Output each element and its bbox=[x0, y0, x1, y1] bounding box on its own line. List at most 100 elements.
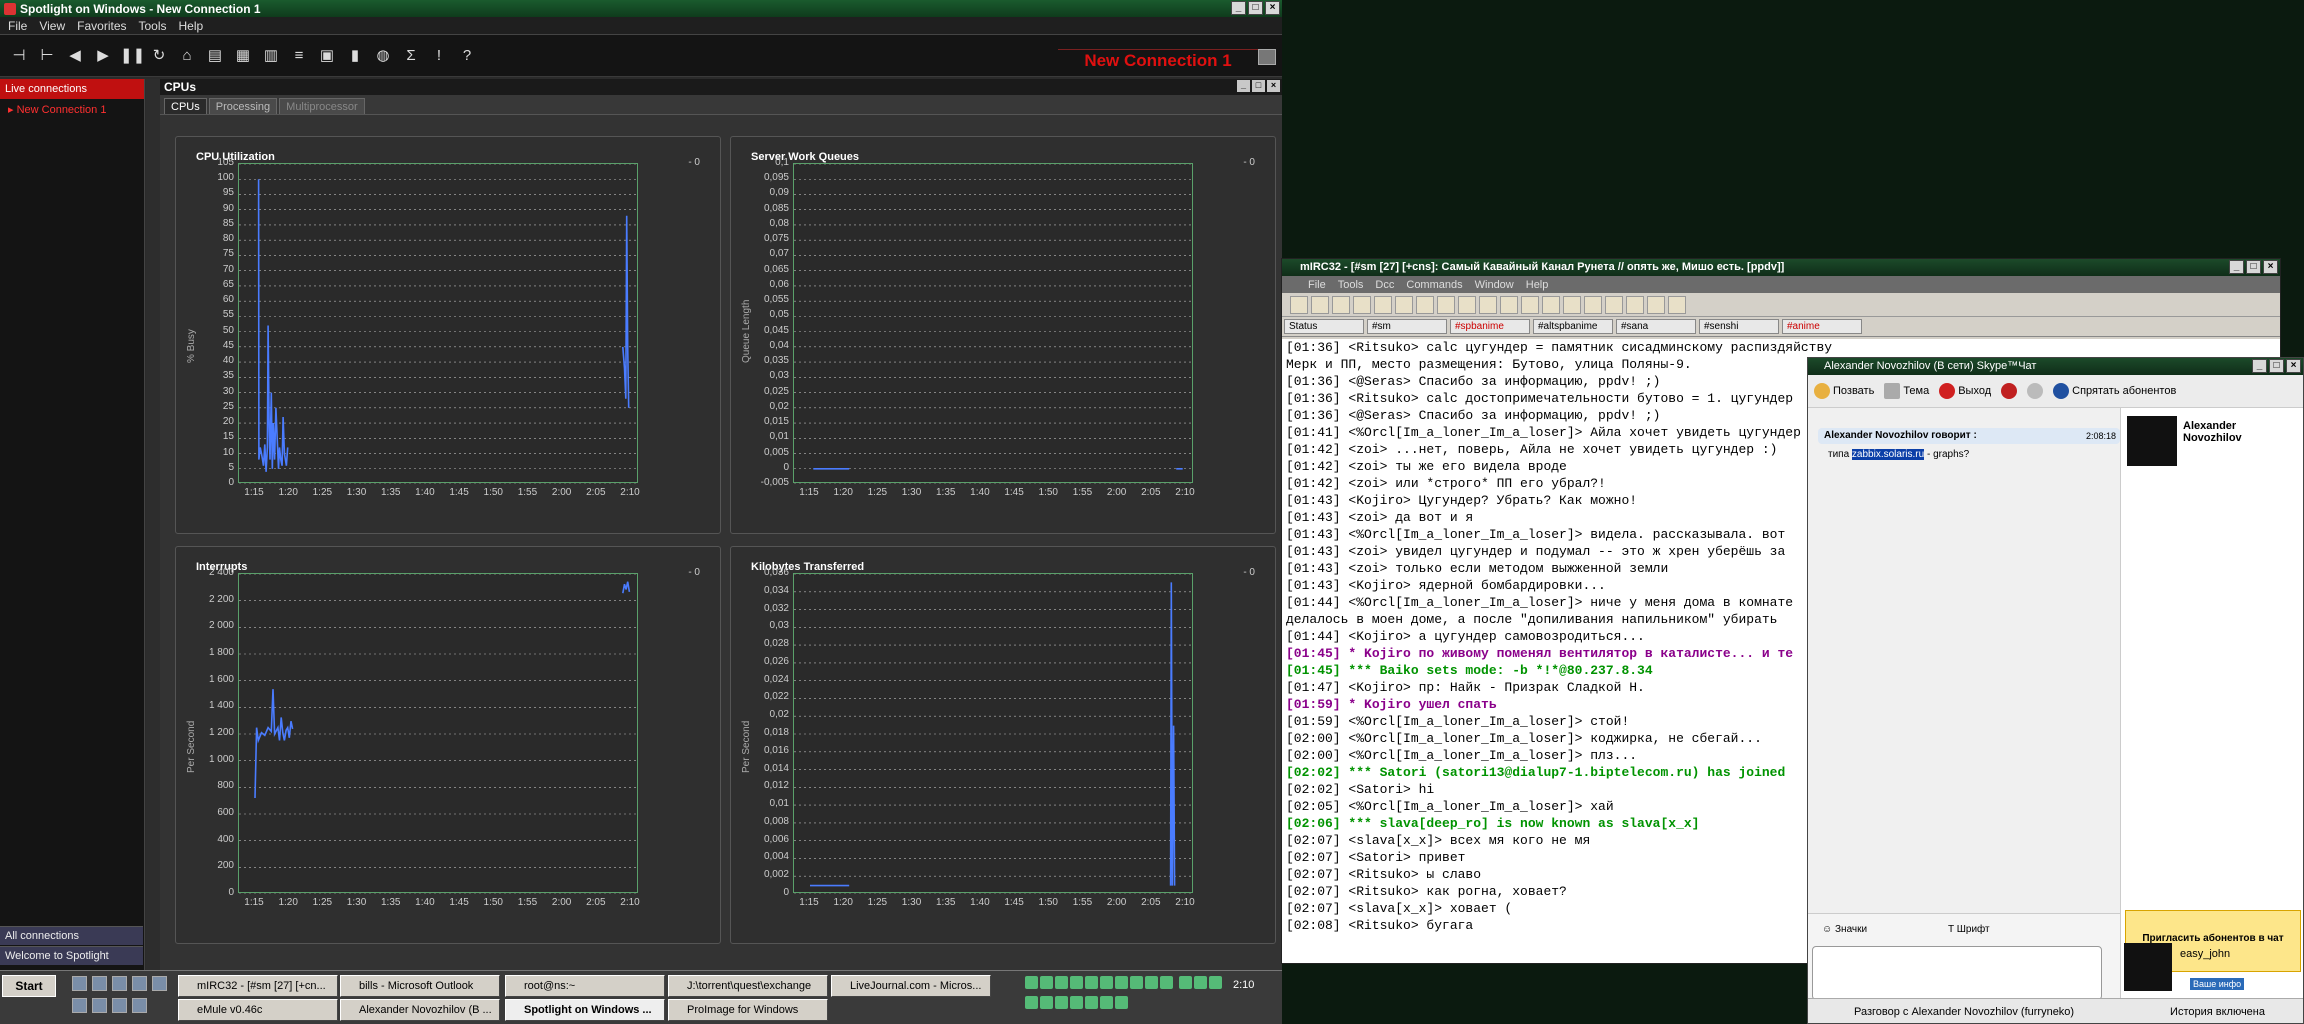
table-icon[interactable]: ▥ bbox=[260, 46, 282, 66]
tray-icon[interactable] bbox=[1100, 976, 1113, 989]
tray-icon[interactable] bbox=[1055, 996, 1068, 1009]
cascade-icon[interactable] bbox=[1605, 295, 1623, 314]
skype-titlebar[interactable]: Alexander Novozhilov (В сети) Skype™Чат … bbox=[1808, 358, 2303, 375]
mirc-titlebar[interactable]: mIRC32 - [#sm [27] [+cns]: Самый Кавайны… bbox=[1282, 259, 2280, 276]
notify-icon[interactable] bbox=[1416, 295, 1434, 314]
aliases-icon[interactable] bbox=[1500, 295, 1518, 314]
quicklaunch-icon[interactable] bbox=[72, 998, 87, 1013]
stack-icon[interactable]: ≡ bbox=[288, 46, 310, 66]
lifebuoy-icon[interactable] bbox=[1647, 295, 1665, 314]
mirc-menu-dcc[interactable]: Dcc bbox=[1375, 279, 1394, 291]
skype-minimize-button[interactable]: _ bbox=[2252, 359, 2267, 373]
tab-multiprocessor[interactable]: Multiprocessor bbox=[279, 98, 365, 114]
arrange-icon[interactable] bbox=[1626, 295, 1644, 314]
tray-icon[interactable] bbox=[1179, 976, 1193, 989]
panel-close-button[interactable]: × bbox=[1267, 80, 1280, 92]
plot-area[interactable] bbox=[793, 163, 1194, 484]
call-button[interactable]: Позвать bbox=[1814, 383, 1874, 399]
tray-icon[interactable] bbox=[1085, 996, 1098, 1009]
quicklaunch-icon[interactable] bbox=[92, 998, 107, 1013]
avatar[interactable] bbox=[2127, 416, 2177, 466]
bar-chart-icon[interactable]: ▮ bbox=[344, 46, 366, 66]
task-proimage[interactable]: ProImage for Windows bbox=[668, 999, 828, 1021]
popups-icon[interactable] bbox=[1521, 295, 1539, 314]
tray-icon[interactable] bbox=[1130, 976, 1143, 989]
start-button[interactable]: Start bbox=[2, 975, 56, 997]
back-icon[interactable]: ◀ bbox=[64, 46, 86, 66]
quicklaunch-icon[interactable] bbox=[132, 976, 147, 991]
scripts-icon[interactable] bbox=[1479, 295, 1497, 314]
pause-icon[interactable]: ❚❚ bbox=[120, 46, 145, 66]
spotlight-titlebar[interactable]: Spotlight on Windows - New Connection 1 … bbox=[0, 0, 1282, 17]
tray-icon[interactable] bbox=[1025, 996, 1038, 1009]
task-skype[interactable]: Alexander Novozhilov (В ... bbox=[340, 999, 500, 1021]
tray-icon[interactable] bbox=[1055, 976, 1068, 989]
connection-item[interactable]: ▸ New Connection 1 bbox=[0, 99, 144, 116]
tray-icon[interactable] bbox=[1040, 996, 1053, 1009]
live-connections-header[interactable]: Live connections bbox=[0, 79, 144, 99]
menu-tools[interactable]: Tools bbox=[139, 19, 167, 33]
emoticons-button[interactable]: ☺ Значки bbox=[1822, 924, 1867, 935]
tray-icon[interactable] bbox=[1160, 976, 1173, 989]
tab-processing[interactable]: Processing bbox=[208, 98, 278, 114]
task-outlook[interactable]: bills - Microsoft Outlook bbox=[340, 975, 500, 997]
sigma-icon[interactable]: Σ bbox=[400, 46, 422, 66]
welcome-button[interactable]: Welcome to Spotlight bbox=[0, 946, 143, 965]
quicklaunch-icon[interactable] bbox=[132, 998, 147, 1013]
plot-area[interactable] bbox=[238, 573, 639, 894]
hide-contacts-button[interactable]: Спрятать абонентов bbox=[2053, 383, 2176, 399]
home-icon[interactable]: ⌂ bbox=[176, 46, 198, 66]
tray-icon[interactable] bbox=[1040, 976, 1053, 989]
tray-icon[interactable] bbox=[1085, 976, 1098, 989]
mirc-menu-window[interactable]: Window bbox=[1475, 279, 1514, 291]
mirc-menu-tools[interactable]: Tools bbox=[1338, 279, 1364, 291]
menu-view[interactable]: View bbox=[39, 19, 65, 33]
help-icon[interactable]: ? bbox=[456, 46, 478, 66]
connect-icon[interactable]: ⊣ bbox=[8, 46, 30, 66]
url-icon[interactable] bbox=[1458, 295, 1476, 314]
maximize-button[interactable]: □ bbox=[1248, 1, 1263, 15]
message-input[interactable] bbox=[1812, 946, 2102, 1000]
pane-splitter[interactable] bbox=[146, 79, 160, 974]
switch-status[interactable]: Status bbox=[1284, 319, 1364, 334]
mirc-menu-commands[interactable]: Commands bbox=[1406, 279, 1462, 291]
switch-sana[interactable]: #sana bbox=[1616, 319, 1696, 334]
refresh-icon[interactable]: ↻ bbox=[148, 46, 170, 66]
all-connections-button[interactable]: All connections bbox=[0, 926, 143, 945]
switch-anime[interactable]: #anime bbox=[1782, 319, 1862, 334]
mirc-menu-help[interactable]: Help bbox=[1526, 279, 1549, 291]
grid-icon[interactable]: ▦ bbox=[232, 46, 254, 66]
close-button[interactable]: × bbox=[1265, 1, 1280, 15]
leave-button[interactable]: Выход bbox=[1939, 383, 1991, 399]
menu-file[interactable]: File bbox=[8, 19, 27, 33]
tray-icon[interactable] bbox=[1100, 996, 1113, 1009]
tray-icon[interactable] bbox=[1025, 976, 1038, 989]
quicklaunch-icon[interactable] bbox=[152, 976, 167, 991]
forward-icon[interactable]: ▶ bbox=[92, 46, 114, 66]
font-button[interactable]: T Шрифт bbox=[1948, 924, 1990, 935]
skype-maximize-button[interactable]: □ bbox=[2269, 359, 2284, 373]
user-icon[interactable] bbox=[1668, 295, 1686, 314]
remote-icon[interactable] bbox=[1542, 295, 1560, 314]
task-explorer[interactable]: J:\torrent\quest\exchange bbox=[668, 975, 828, 997]
log-icon[interactable] bbox=[1563, 295, 1581, 314]
tray-icon[interactable] bbox=[1145, 976, 1158, 989]
tray-icon[interactable] bbox=[1209, 976, 1223, 989]
timer-icon[interactable] bbox=[1437, 295, 1455, 314]
quicklaunch-icon[interactable] bbox=[112, 998, 127, 1013]
mirc-menu-file[interactable]: File bbox=[1308, 279, 1326, 291]
tray-icon[interactable] bbox=[1115, 996, 1128, 1009]
task-emule[interactable]: eMule v0.46c bbox=[178, 999, 338, 1021]
mirc-close-button[interactable]: × bbox=[2263, 260, 2278, 274]
task-terminal[interactable]: root@ns:~ bbox=[505, 975, 665, 997]
minimize-button[interactable]: _ bbox=[1231, 1, 1246, 15]
connect-icon[interactable] bbox=[1290, 295, 1308, 314]
quicklaunch-icon[interactable] bbox=[112, 976, 127, 991]
task-spotlight[interactable]: Spotlight on Windows ... bbox=[505, 999, 665, 1021]
monitor-icon[interactable] bbox=[1258, 49, 1276, 65]
switch-altspbanime[interactable]: #altspbanime bbox=[1533, 319, 1613, 334]
mirc-maximize-button[interactable]: □ bbox=[2246, 260, 2261, 274]
menu-favorites[interactable]: Favorites bbox=[77, 19, 126, 33]
task-mirc[interactable]: mIRC32 - [#sm [27] [+cn... bbox=[178, 975, 338, 997]
contact-name[interactable]: Alexander Novozhilov bbox=[2183, 420, 2283, 444]
